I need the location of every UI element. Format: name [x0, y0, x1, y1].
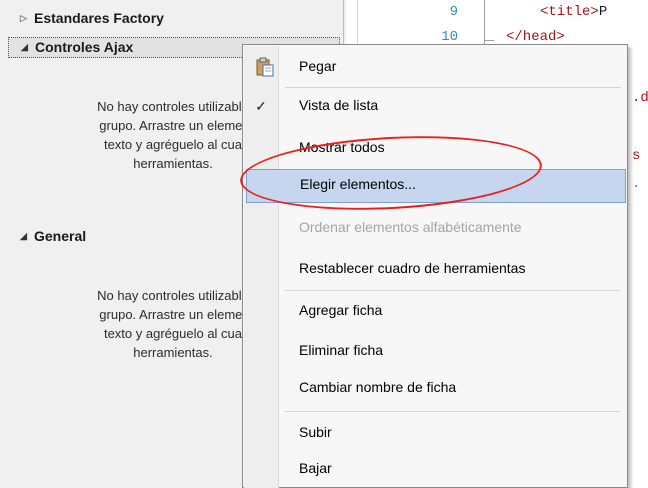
expand-triangle-icon[interactable]: ▷ [20, 8, 27, 29]
menu-item-cambiar-nombre[interactable]: Cambiar nombre de ficha [245, 372, 625, 405]
group-title: General [34, 228, 87, 244]
line-number: 9 [449, 4, 458, 20]
group-title: Estandares Factory [34, 10, 164, 26]
menu-item-subir[interactable]: Subir [245, 417, 625, 450]
collapse-triangle-icon[interactable]: ◢ [20, 226, 27, 247]
menu-item-agregar-ficha[interactable]: Agregar ficha [245, 295, 625, 328]
code-fragment: s [632, 148, 641, 164]
menu-item-ordenar-alfabeticamente[interactable]: Ordenar elementos alfabéticamente [245, 212, 625, 245]
group-title: Controles Ajax [35, 39, 134, 55]
menu-item-pegar[interactable]: Pegar [245, 51, 625, 84]
collapse-triangle-icon[interactable]: ◢ [21, 38, 28, 57]
check-icon: ✓ [255, 98, 267, 114]
menu-item-vista-de-lista[interactable]: ✓ Vista de lista [245, 90, 625, 123]
menu-separator [285, 411, 621, 412]
menu-separator [285, 290, 621, 291]
code-fragment: . [632, 176, 641, 192]
menu-separator [285, 87, 621, 88]
menu-item-elegir-elementos[interactable]: Elegir elementos... [246, 169, 626, 203]
menu-item-eliminar-ficha[interactable]: Eliminar ficha [245, 335, 625, 368]
line-number: 10 [441, 29, 458, 45]
code-line[interactable]: <title>P [540, 4, 607, 20]
menu-item-mostrar-todos[interactable]: Mostrar todos [245, 132, 625, 165]
context-menu: Pegar ✓ Vista de lista Mostrar todos Ele… [242, 44, 628, 488]
code-fragment: .d [632, 90, 648, 106]
menu-item-bajar[interactable]: Bajar [245, 453, 625, 486]
code-line[interactable]: </head> [506, 29, 565, 45]
fold-guide [484, 40, 494, 41]
paste-icon [255, 57, 275, 77]
group-header-estandares-factory[interactable]: ▷ Estandares Factory [8, 8, 340, 29]
menu-item-restablecer-cuadro[interactable]: Restablecer cuadro de herramientas [245, 253, 625, 286]
